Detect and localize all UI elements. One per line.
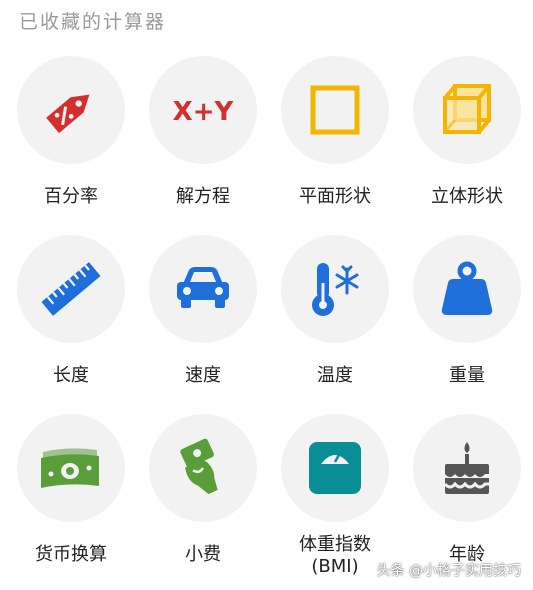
square-shape-icon [307,82,363,138]
birthday-cake-icon [439,438,495,498]
weight-icon [439,261,495,317]
temperature-icon-circle [281,235,389,343]
calculator-percentage[interactable]: 百分率 [5,56,137,226]
equation-icon-text: X+Y [173,97,235,127]
calculator-grid: 百分率 X+Y 解方程 平面形状 立体形状 长度 速度 温度 重量 货币换算 小… [0,0,533,590]
calculator-length[interactable]: 长度 [5,235,137,405]
money-icon [39,444,103,492]
calculator-solid-shape[interactable]: 立体形状 [401,56,533,226]
calculator-equation[interactable]: X+Y 解方程 [137,56,269,226]
speed-icon-circle [149,235,257,343]
calculator-label: 百分率 [44,186,98,207]
bmi-icon-circle [281,414,389,522]
ruler-icon [38,256,104,322]
percentage-icon-circle [17,56,125,164]
calculator-label: 立体形状 [431,186,503,207]
watermark: 头条 @小格子实用技巧 [376,563,521,579]
calculator-plane-shape[interactable]: 平面形状 [269,56,401,226]
calculator-weight[interactable]: 重量 [401,235,533,405]
calculator-speed[interactable]: 速度 [137,235,269,405]
tip-icon-circle [149,414,257,522]
calculator-label: 重量 [449,365,485,386]
tip-hand-icon [175,438,231,498]
scale-icon [307,440,363,496]
calculator-temperature[interactable]: 温度 [269,235,401,405]
currency-icon-circle [17,414,125,522]
percentage-tag-icon [41,80,101,140]
calculator-currency[interactable]: 货币换算 [5,414,137,584]
calculator-age[interactable]: 年龄 [401,414,533,584]
calculator-tip[interactable]: 小费 [137,414,269,584]
solid-shape-icon-circle [413,56,521,164]
car-icon [173,264,233,314]
equation-icon-circle: X+Y [149,56,257,164]
calculator-bmi[interactable]: 体重指数 (BMI) [269,414,401,584]
calculator-label: 长度 [53,365,89,386]
plane-shape-icon-circle [281,56,389,164]
equation-xy-icon: X+Y [171,90,235,130]
calculator-label: 温度 [317,365,353,386]
cube-shape-icon [437,80,497,140]
calculator-label: 小费 [185,544,221,565]
weight-icon-circle [413,235,521,343]
calculator-label: 速度 [185,365,221,386]
calculator-label: 解方程 [176,186,230,207]
length-icon-circle [17,235,125,343]
calculator-label: 货币换算 [35,544,107,565]
thermometer-snowflake-icon [307,259,363,319]
calculator-label: 平面形状 [299,186,371,207]
age-icon-circle [413,414,521,522]
